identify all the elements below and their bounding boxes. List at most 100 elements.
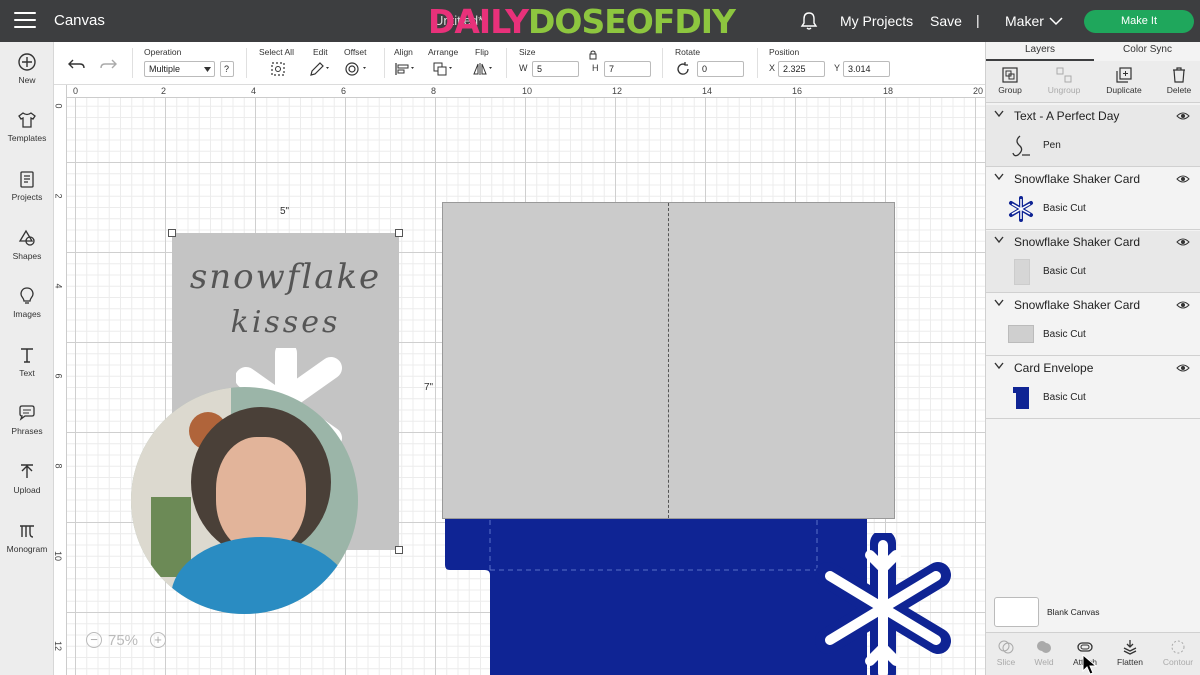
chevron-down-icon[interactable] bbox=[994, 299, 1004, 307]
align-label: Align bbox=[394, 47, 413, 57]
sidebar-item-label: Images bbox=[13, 309, 41, 319]
width-dimension-label: 5" bbox=[280, 206, 290, 217]
layer-group[interactable]: Snowflake Shaker Card Basic Cut bbox=[986, 231, 1200, 293]
select-all-icon[interactable] bbox=[270, 61, 286, 77]
snowflake-layer-thumbnail bbox=[1009, 196, 1033, 222]
blank-canvas-swatch[interactable] bbox=[994, 597, 1039, 627]
undo-icon[interactable] bbox=[68, 57, 86, 71]
rotate-input[interactable]: 0 bbox=[697, 61, 744, 77]
webcam-overlay bbox=[131, 387, 358, 614]
tab-layers[interactable]: Layers bbox=[986, 42, 1094, 61]
snowflake-shape-right[interactable] bbox=[798, 533, 958, 675]
caret-down-icon bbox=[204, 67, 211, 72]
layer-item[interactable]: Basic Cut bbox=[986, 253, 1200, 291]
chevron-down-icon[interactable] bbox=[994, 110, 1004, 118]
layer-group[interactable]: Card Envelope Basic Cut bbox=[986, 357, 1200, 419]
layer-operation: Pen bbox=[1043, 140, 1061, 151]
contour-button[interactable]: Contour bbox=[1158, 639, 1198, 667]
ruler-tick: 0 bbox=[73, 86, 79, 96]
selection-handle[interactable] bbox=[395, 546, 403, 554]
offset-icon[interactable] bbox=[344, 61, 370, 77]
group-icon bbox=[1002, 67, 1018, 83]
layer-group[interactable]: Snowflake Shaker Card Basic Cut bbox=[986, 168, 1200, 230]
redo-icon[interactable] bbox=[99, 57, 117, 71]
layer-name: Snowflake Shaker Card bbox=[1014, 298, 1141, 312]
arrange-icon[interactable] bbox=[432, 61, 456, 77]
pencil-icon[interactable] bbox=[309, 61, 333, 77]
height-dimension-label: 7" bbox=[424, 382, 434, 393]
separator: | bbox=[976, 12, 980, 28]
layer-operation: Basic Cut bbox=[1043, 266, 1086, 277]
sidebar-item-upload[interactable]: Upload bbox=[0, 462, 54, 495]
chevron-down-icon[interactable] bbox=[994, 362, 1004, 370]
sidebar-item-label: Phrases bbox=[11, 426, 43, 436]
sidebar-item-monogram[interactable]: Monogram bbox=[0, 521, 54, 554]
my-projects-link[interactable]: My Projects bbox=[840, 13, 913, 29]
size-label: Size bbox=[519, 47, 536, 57]
eye-icon[interactable] bbox=[1176, 237, 1190, 247]
ungroup-icon bbox=[1056, 67, 1072, 83]
selection-handle[interactable] bbox=[168, 229, 176, 237]
flip-icon[interactable] bbox=[472, 61, 496, 77]
layer-item[interactable]: Basic Cut bbox=[986, 190, 1200, 228]
layer-name: Card Envelope bbox=[1014, 361, 1094, 375]
sidebar-item-new[interactable]: New bbox=[0, 52, 54, 85]
blank-canvas-row[interactable]: Blank Canvas bbox=[986, 590, 1200, 632]
rotate-icon[interactable] bbox=[675, 61, 691, 77]
machine-select[interactable]: Maker bbox=[1005, 13, 1063, 29]
lock-icon[interactable] bbox=[589, 50, 597, 60]
bell-icon[interactable] bbox=[800, 11, 818, 31]
x-position-input[interactable]: 2.325 bbox=[778, 61, 825, 77]
flatten-button[interactable]: Flatten bbox=[1110, 639, 1150, 667]
sidebar-item-templates[interactable]: Templates bbox=[0, 110, 54, 143]
monogram-icon bbox=[20, 525, 34, 538]
sidebar-item-phrases[interactable]: Phrases bbox=[0, 403, 54, 436]
layer-group[interactable]: Text - A Perfect Day Pen bbox=[986, 105, 1200, 167]
align-icon[interactable] bbox=[394, 61, 418, 77]
hamburger-menu-icon[interactable] bbox=[14, 12, 36, 30]
card-front-layer-thumbnail bbox=[1014, 259, 1030, 285]
sidebar-item-projects[interactable]: Projects bbox=[0, 169, 54, 202]
make-it-button[interactable]: Make It bbox=[1084, 10, 1194, 33]
tab-color-sync[interactable]: Color Sync bbox=[1094, 42, 1200, 61]
layer-group[interactable]: Snowflake Shaker Card Basic Cut bbox=[986, 294, 1200, 356]
eye-icon[interactable] bbox=[1176, 111, 1190, 121]
zoom-out-button[interactable]: − bbox=[86, 632, 102, 648]
slice-button[interactable]: Slice bbox=[986, 639, 1026, 667]
save-button[interactable]: Save bbox=[930, 13, 962, 29]
card-base-shape[interactable] bbox=[442, 202, 895, 519]
sidebar-item-images[interactable]: Images bbox=[0, 286, 54, 319]
width-input[interactable]: 5 bbox=[532, 61, 579, 77]
delete-button[interactable]: Delete bbox=[1159, 67, 1199, 95]
offset-label: Offset bbox=[344, 47, 367, 57]
height-label: H bbox=[592, 63, 599, 73]
chevron-down-icon[interactable] bbox=[994, 236, 1004, 244]
sidebar-item-shapes[interactable]: Shapes bbox=[0, 228, 54, 261]
sidebar-item-label: Projects bbox=[11, 192, 43, 202]
weld-button[interactable]: Weld bbox=[1024, 639, 1064, 667]
group-button[interactable]: Group bbox=[990, 67, 1030, 95]
design-canvas[interactable]: 0 2 4 6 8 10 12 14 16 18 20 0 2 4 6 8 10… bbox=[54, 85, 985, 675]
operation-help-button[interactable]: ? bbox=[220, 61, 234, 77]
machine-label: Maker bbox=[1005, 13, 1044, 29]
y-position-input[interactable]: 3.014 bbox=[843, 61, 890, 77]
plus-circle-icon bbox=[18, 53, 36, 71]
height-input[interactable]: 7 bbox=[604, 61, 651, 77]
selection-handle[interactable] bbox=[395, 229, 403, 237]
eye-icon[interactable] bbox=[1176, 174, 1190, 184]
left-sidebar: New Templates Projects Shapes Images Tex… bbox=[0, 42, 54, 675]
operation-select[interactable]: Multiple bbox=[144, 61, 215, 77]
layer-item[interactable]: Basic Cut bbox=[986, 379, 1200, 417]
eye-icon[interactable] bbox=[1176, 363, 1190, 373]
rotate-label: Rotate bbox=[675, 47, 701, 57]
layer-item[interactable]: Pen bbox=[986, 127, 1200, 165]
duplicate-button[interactable]: Duplicate bbox=[1104, 67, 1144, 95]
sidebar-item-text[interactable]: Text bbox=[0, 345, 54, 378]
ungroup-button[interactable]: Ungroup bbox=[1044, 67, 1084, 95]
chevron-down-icon[interactable] bbox=[994, 173, 1004, 181]
flip-label: Flip bbox=[475, 47, 489, 57]
layer-item[interactable]: Basic Cut bbox=[986, 316, 1200, 354]
arrange-label: Arrange bbox=[428, 47, 459, 57]
zoom-in-button[interactable]: + bbox=[150, 632, 166, 648]
eye-icon[interactable] bbox=[1176, 300, 1190, 310]
